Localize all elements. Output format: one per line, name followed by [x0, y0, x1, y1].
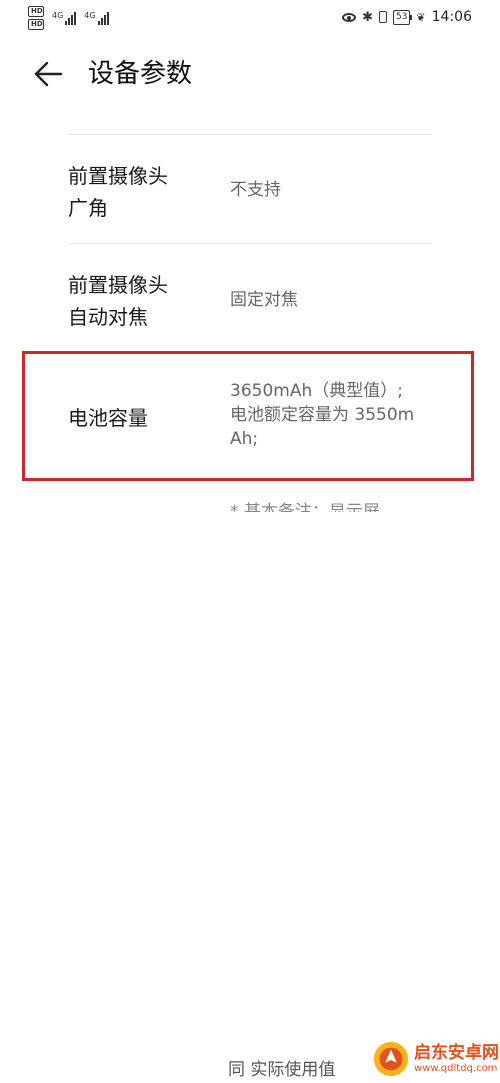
battery-icon: 53	[392, 9, 413, 25]
sim1-signal-icon: 4G	[52, 11, 77, 25]
param-value-line: 3650mAh（典型值）;	[230, 381, 403, 401]
page-title: 设备参数	[88, 59, 193, 89]
partial-next-value: * 基本备注：显示屏	[230, 502, 380, 512]
param-label-line: 前置摄像头	[68, 273, 168, 297]
battery-level: 53	[395, 11, 408, 22]
hd-badge-2: HD	[28, 19, 44, 30]
status-time: 14:06	[431, 9, 472, 25]
eye-comfort-icon	[342, 12, 357, 22]
param-value-line: Ah;	[230, 429, 259, 449]
vibrate-icon	[378, 11, 387, 23]
app-header: 设备参数	[0, 46, 500, 102]
sim2-signal-icon: 4G	[84, 11, 109, 25]
status-bar-left: HD HD 4G 4G	[28, 6, 109, 30]
arrow-left-icon	[34, 61, 63, 87]
param-label-line: 前置摄像头	[68, 164, 168, 188]
list-divider	[68, 243, 432, 244]
watermark-logo-icon	[373, 1041, 409, 1077]
param-label: 前置摄像头 自动对焦	[68, 269, 168, 333]
bluetooth-icon: ✱	[362, 9, 373, 25]
param-value-line: 电池额定容量为 3550m	[230, 405, 415, 425]
watermark: 启东安卓网 www.qdltdq.com	[372, 1040, 499, 1078]
partial-bottom-text: 同 实际使用值	[228, 1060, 336, 1080]
param-value: 3650mAh（典型值）; 电池额定容量为 3550m Ah;	[230, 379, 440, 451]
param-label: 前置摄像头 广角	[68, 160, 168, 224]
partial-next-row: * 基本备注：显示屏	[230, 500, 420, 512]
power-saving-leaf-icon: ❦	[416, 10, 426, 24]
param-label: 电池容量	[68, 406, 148, 430]
watermark-text: 启东安卓网 www.qdltdq.com	[414, 1043, 499, 1075]
param-label-line: 自动对焦	[68, 305, 148, 329]
watermark-url: www.qdltdq.com	[414, 1063, 498, 1074]
sim1-network-label: 4G	[52, 11, 64, 20]
back-button[interactable]	[28, 56, 68, 92]
hd-badges: HD HD	[28, 6, 44, 30]
status-bar-right: ✱ 53 ❦ 14:06	[342, 9, 472, 25]
list-divider	[68, 134, 432, 135]
param-label-line: 广角	[68, 196, 108, 220]
sim2-network-label: 4G	[84, 11, 96, 20]
param-value: 不支持	[230, 180, 281, 200]
param-value: 固定对焦	[230, 290, 298, 310]
status-bar: HD HD 4G 4G ✱ 53 ❦ 14:06	[0, 0, 500, 36]
watermark-name: 启东安卓网	[414, 1043, 499, 1063]
hd-badge-1: HD	[28, 6, 44, 17]
